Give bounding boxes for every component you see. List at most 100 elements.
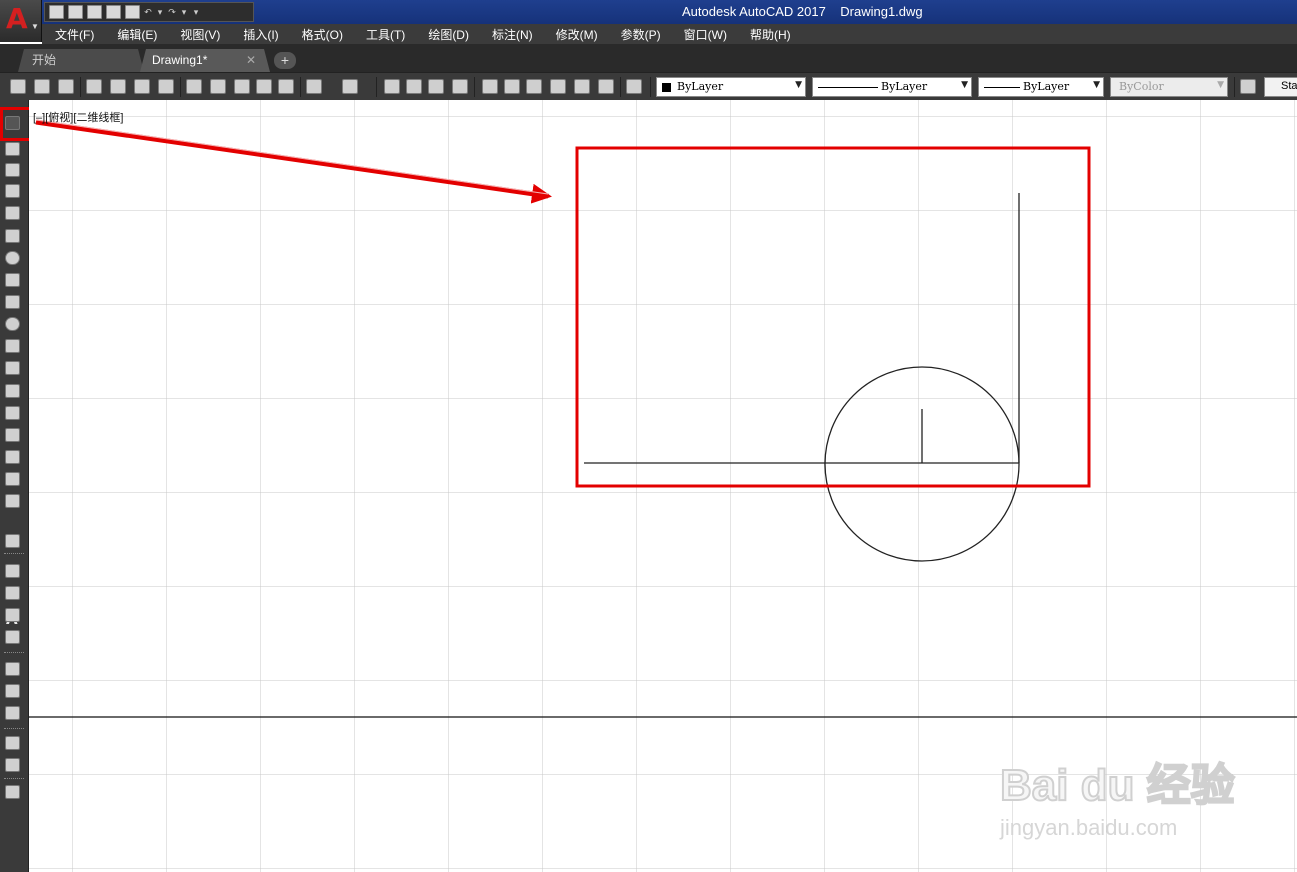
save-icon[interactable]	[58, 79, 74, 94]
linetype-sample	[818, 87, 878, 88]
insert-block-icon[interactable]	[5, 361, 20, 375]
new-icon[interactable]	[10, 79, 26, 94]
gradient-icon[interactable]	[5, 450, 20, 464]
rectangle-icon[interactable]	[5, 206, 20, 220]
open-icon[interactable]	[34, 79, 50, 94]
chevron-down-icon: ▼	[961, 80, 968, 90]
zoom-window-icon[interactable]	[428, 79, 444, 94]
drawing-canvas[interactable]: Bai du 经验 jingyan.baidu.com	[29, 100, 1297, 872]
save-icon[interactable]	[87, 5, 102, 19]
dimension-linear-icon[interactable]	[5, 662, 20, 676]
chevron-down-icon: ▼	[31, 22, 39, 31]
ellipse-icon[interactable]	[5, 317, 20, 331]
text-style-select[interactable]: Sta	[1264, 77, 1297, 97]
menu-modify[interactable]: 修改(M)	[543, 26, 608, 43]
menu-file[interactable]: 文件(F)	[42, 26, 104, 43]
linetype-select[interactable]: ByLayer ▼	[812, 77, 972, 97]
color-select[interactable]: ByLayer ▼	[656, 77, 806, 97]
hatch-icon[interactable]	[5, 428, 20, 442]
menu-format[interactable]: 格式(O)	[289, 26, 353, 43]
block-editor-icon[interactable]	[278, 79, 294, 94]
pan-icon[interactable]	[384, 79, 400, 94]
chevron-down-icon: ▼	[1093, 80, 1100, 90]
close-icon[interactable]: ✕	[246, 49, 256, 71]
plotstyle-select[interactable]: ByColor ▼	[1110, 77, 1228, 97]
print-icon[interactable]	[86, 79, 102, 94]
menu-window[interactable]: 窗口(W)	[671, 26, 737, 43]
dimension-angular-icon[interactable]	[5, 785, 20, 799]
ellipse-arc-icon[interactable]	[5, 339, 20, 353]
viewport-controls[interactable]: [–][俯视][二维线框]	[33, 109, 123, 125]
tab-start[interactable]: 开始	[18, 49, 144, 72]
menu-parametric[interactable]: 参数(P)	[608, 26, 671, 43]
watermark-brand: Bai du 经验	[1000, 761, 1235, 810]
layer-icon[interactable]	[5, 564, 20, 578]
open-icon[interactable]	[68, 5, 83, 19]
add-selected-icon[interactable]	[5, 534, 20, 548]
dimension-aligned-icon[interactable]	[5, 684, 20, 698]
customize-qat-icon[interactable]: ▾	[192, 5, 200, 19]
polygon-icon[interactable]	[5, 184, 20, 198]
menu-draw[interactable]: 绘图(D)	[415, 26, 479, 43]
layer-previous-icon[interactable]	[5, 608, 20, 622]
table-icon[interactable]	[5, 494, 20, 508]
copy-icon[interactable]	[210, 79, 226, 94]
properties-icon[interactable]	[482, 79, 498, 94]
dimension-diameter-icon[interactable]	[5, 758, 20, 772]
point-icon[interactable]	[5, 406, 20, 420]
sheet-set-icon[interactable]	[550, 79, 566, 94]
dimension-radius-icon[interactable]	[5, 736, 20, 750]
3d-print-icon[interactable]	[158, 79, 174, 94]
markup-icon[interactable]	[574, 79, 590, 94]
menu-dimension[interactable]: 标注(N)	[479, 26, 543, 43]
construction-line-icon[interactable]	[5, 142, 20, 156]
make-block-icon[interactable]	[5, 384, 20, 398]
paste-icon[interactable]	[234, 79, 250, 94]
autocad-logo-icon: A	[6, 2, 28, 35]
arc-icon[interactable]	[5, 229, 20, 243]
design-center-icon[interactable]	[504, 79, 520, 94]
help-icon[interactable]	[626, 79, 642, 94]
calculator-icon[interactable]	[598, 79, 614, 94]
menu-insert[interactable]: 插入(I)	[230, 26, 288, 43]
layer-isolate-icon[interactable]	[5, 630, 20, 644]
zoom-previous-icon[interactable]	[452, 79, 468, 94]
redo-icon[interactable]: ↷	[168, 5, 176, 19]
color-swatch	[662, 83, 671, 92]
zoom-realtime-icon[interactable]	[406, 79, 422, 94]
add-tab-icon[interactable]: +	[274, 52, 296, 69]
redo-dropdown-icon[interactable]: ▾	[180, 5, 188, 19]
lineweight-sample	[984, 87, 1020, 88]
revision-cloud-icon[interactable]	[5, 273, 20, 287]
window-title: Autodesk AutoCAD 2017 Drawing1.dwg	[682, 4, 923, 19]
text-style-icon[interactable]	[1240, 79, 1256, 94]
chevron-down-icon: ▼	[795, 80, 802, 90]
lineweight-select[interactable]: ByLayer ▼	[978, 77, 1104, 97]
print-icon[interactable]	[125, 5, 140, 19]
undo-icon[interactable]: ↶	[144, 5, 152, 19]
redo-icon[interactable]	[342, 79, 358, 94]
undo-dropdown-icon[interactable]: ▾	[156, 5, 164, 19]
menu-help[interactable]: 帮助(H)	[737, 26, 801, 43]
quick-access-toolbar: ↶ ▾ ↷ ▾ ▾	[44, 2, 254, 22]
application-menu-button[interactable]: A ▼	[0, 0, 42, 42]
circle-icon[interactable]	[5, 251, 20, 265]
spline-icon[interactable]	[5, 295, 20, 309]
chevron-down-icon: ▼	[1217, 80, 1224, 90]
publish-icon[interactable]	[134, 79, 150, 94]
polyline-icon[interactable]	[5, 163, 20, 177]
menu-edit[interactable]: 编辑(E)	[104, 26, 167, 43]
save-as-icon[interactable]	[106, 5, 121, 19]
dimension-arc-icon[interactable]	[5, 706, 20, 720]
tool-palettes-icon[interactable]	[526, 79, 542, 94]
menu-view[interactable]: 视图(V)	[167, 26, 230, 43]
menu-tools[interactable]: 工具(T)	[353, 26, 415, 43]
region-icon[interactable]	[5, 472, 20, 486]
match-properties-icon[interactable]	[256, 79, 272, 94]
layer-states-icon[interactable]	[5, 586, 20, 600]
print-preview-icon[interactable]	[110, 79, 126, 94]
file-tab-bar: 开始 Drawing1* ✕ +	[0, 44, 1297, 72]
undo-icon[interactable]	[306, 79, 322, 94]
new-icon[interactable]	[49, 5, 64, 19]
cut-icon[interactable]	[186, 79, 202, 94]
